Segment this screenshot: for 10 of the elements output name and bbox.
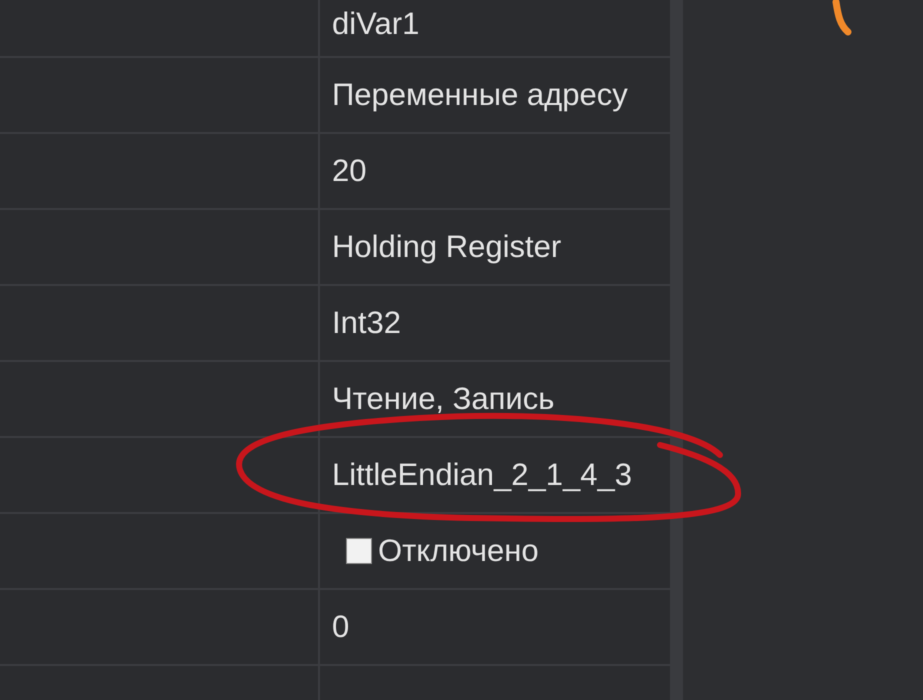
property-value[interactable]: Int32: [332, 305, 401, 341]
property-value[interactable]: 0: [332, 609, 350, 645]
property-value[interactable]: Переменные адресу: [332, 77, 628, 113]
annotation-stroke: [832, 0, 852, 36]
property-value[interactable]: Чтение, Запись: [332, 381, 554, 417]
property-value[interactable]: diVar1: [332, 6, 420, 42]
property-value[interactable]: LittleEndian_2_1_4_3: [332, 457, 632, 493]
property-value[interactable]: Holding Register: [332, 229, 562, 265]
property-value[interactable]: 20: [332, 153, 366, 189]
scrollbar[interactable]: [670, 0, 683, 700]
